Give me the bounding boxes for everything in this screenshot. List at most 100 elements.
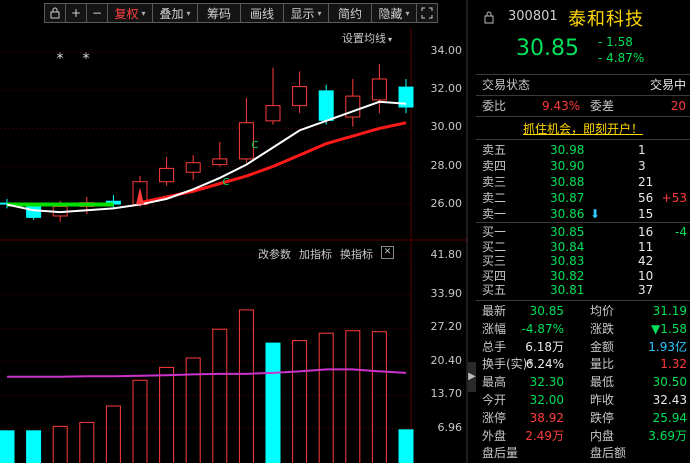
lock-icon bbox=[50, 7, 60, 19]
volume-bar bbox=[371, 331, 387, 463]
set-ma-label: 设置均线 bbox=[342, 32, 386, 45]
chevron-down-icon: ▾ bbox=[186, 8, 191, 18]
volume-tick-label: 6.96 bbox=[437, 420, 463, 434]
stat-row: 最新 30.85 均价 31.19 bbox=[476, 302, 690, 320]
stat-label: 外盘 bbox=[482, 428, 507, 443]
stat-value: 30.85 bbox=[529, 304, 564, 318]
volume-bar bbox=[132, 379, 148, 463]
add-indicator-button[interactable]: 加指标 bbox=[299, 246, 332, 262]
display-dropdown[interactable]: 显示 ▾ bbox=[283, 3, 329, 23]
bid-row: 买五 30.81 37 bbox=[476, 281, 690, 299]
price-tick-label: 34.00 bbox=[430, 44, 463, 58]
price-change: - 1.58 bbox=[598, 35, 633, 49]
stat-row: 涨幅 -4.87% 涨跌 ▼1.58 bbox=[476, 320, 690, 338]
order-diff-value: 20 bbox=[670, 99, 686, 113]
zoom-out-button[interactable]: − bbox=[86, 3, 108, 23]
open-account-link[interactable]: 抓住机会，即刻开户！ bbox=[476, 120, 690, 138]
volume-tick-label: 20.40 bbox=[430, 353, 463, 367]
stat-label: 金额 bbox=[590, 339, 615, 354]
stat-value: 2.49万 bbox=[525, 428, 564, 443]
stat-value: 32.30 bbox=[529, 375, 564, 390]
fullscreen-button[interactable] bbox=[416, 3, 438, 23]
change-params-button[interactable]: 改参数 bbox=[258, 246, 291, 262]
chart-pane[interactable]: * * C C + − 复权 ▾ 叠加 ▾ 筹码 画线 显示 ▾ 简约 隐藏 ▾ 设置均线 ▾ … bbox=[0, 0, 468, 463]
divider bbox=[476, 300, 690, 301]
chips-button[interactable]: 筹码 bbox=[197, 3, 241, 23]
lock-button[interactable] bbox=[44, 3, 66, 23]
ma-red-line bbox=[139, 121, 407, 205]
stock-name: 泰和科技 bbox=[568, 9, 644, 30]
stat-label: 最低 bbox=[590, 375, 615, 390]
candle-body bbox=[212, 158, 228, 166]
volume-bar bbox=[292, 340, 308, 463]
stat-label: 盘后额 bbox=[590, 446, 627, 461]
stat-label: 涨幅 bbox=[482, 321, 507, 336]
ask-price: 30.86 bbox=[550, 207, 585, 221]
stat-label: 涨跌 bbox=[590, 321, 615, 336]
stat-label: 内盘 bbox=[590, 428, 615, 443]
hide-dropdown[interactable]: 隐藏 ▾ bbox=[371, 3, 417, 23]
hide-label: 隐藏 bbox=[378, 6, 403, 21]
candle-body bbox=[371, 78, 387, 101]
ask-level-label: 卖一 bbox=[482, 207, 507, 221]
star-mark: * bbox=[83, 51, 90, 67]
ask-row: 卖一 30.86 15 ⬇ bbox=[476, 205, 690, 223]
price-tick-label: 32.00 bbox=[430, 82, 463, 96]
close-icon[interactable]: ✕ bbox=[381, 246, 394, 259]
stat-row: 今开 32.00 昨收 32.43 bbox=[476, 391, 690, 409]
trade-status-value: 交易中 bbox=[649, 78, 686, 92]
volume-tick-label: 13.70 bbox=[430, 387, 463, 401]
draw-line-button[interactable]: 画线 bbox=[240, 3, 284, 23]
order-ratio-row: 委比 9.43% 委差 20 bbox=[476, 97, 690, 115]
c-signal-mark: C bbox=[223, 177, 230, 188]
stat-row: 外盘 2.49万 内盘 3.69万 bbox=[476, 427, 690, 445]
fullscreen-icon bbox=[421, 7, 433, 19]
stat-value: -4.87% bbox=[521, 321, 564, 336]
volume-tick-label: 41.80 bbox=[430, 247, 463, 261]
overlay-label: 叠加 bbox=[159, 6, 184, 21]
chevron-down-icon: ▾ bbox=[317, 8, 322, 18]
overlay-dropdown[interactable]: 叠加 ▾ bbox=[152, 3, 198, 23]
volume-bar bbox=[159, 366, 175, 463]
volume-bar bbox=[0, 430, 15, 463]
c-signal-mark: C bbox=[252, 140, 259, 151]
down-arrow-icon: ⬇ bbox=[590, 207, 601, 221]
stat-value: 6.24% bbox=[525, 357, 564, 372]
stat-label: 跌停 bbox=[590, 410, 615, 425]
volume-bar bbox=[105, 405, 121, 463]
price-tick-label: 28.00 bbox=[430, 158, 463, 172]
chart-canvas[interactable]: * * C C bbox=[0, 0, 468, 463]
stat-row: 盘后量 盘后额 bbox=[476, 444, 690, 462]
candle-body bbox=[292, 86, 308, 107]
chevron-down-icon: ▾ bbox=[141, 8, 146, 18]
stat-row: 最高 32.30 最低 30.50 bbox=[476, 373, 690, 391]
stat-label: 量比 bbox=[590, 357, 615, 372]
volume-bar bbox=[238, 309, 254, 463]
stat-label: 总手 bbox=[482, 339, 507, 354]
price-change-pct: - 4.87% bbox=[598, 51, 645, 65]
order-ratio-value: 9.43% bbox=[542, 99, 581, 113]
lock-icon[interactable] bbox=[482, 10, 496, 24]
stat-value: 1.93亿 bbox=[648, 339, 687, 354]
stat-value: 3.69万 bbox=[648, 428, 687, 443]
stat-row: 涨停 38.92 跌停 25.94 bbox=[476, 409, 690, 427]
candle-body bbox=[398, 86, 414, 108]
restore-rights-dropdown[interactable]: 复权 ▾ bbox=[107, 3, 153, 23]
chevron-down-icon: ▾ bbox=[388, 35, 393, 44]
set-ma-dropdown[interactable]: 设置均线 ▾ bbox=[342, 30, 392, 46]
trade-status-label: 交易状态 bbox=[482, 78, 531, 92]
divider bbox=[476, 139, 690, 140]
simple-button[interactable]: 简约 bbox=[328, 3, 372, 23]
stat-value: 30.50 bbox=[652, 375, 687, 390]
stat-label: 今开 bbox=[482, 393, 507, 407]
switch-indicator-button[interactable]: 换指标 bbox=[340, 246, 373, 262]
order-ratio-label: 委比 bbox=[482, 99, 507, 113]
restore-rights-label: 复权 bbox=[114, 6, 139, 21]
stat-label: 昨收 bbox=[590, 393, 615, 407]
candle-body bbox=[318, 90, 334, 121]
stat-row: 换手(实)* 6.24% 量比 1.32 bbox=[476, 355, 690, 373]
price-tick-label: 26.00 bbox=[430, 196, 463, 210]
collapse-panel-handle[interactable]: ▶ bbox=[468, 362, 476, 392]
zoom-in-button[interactable]: + bbox=[65, 3, 87, 23]
volume-bar bbox=[345, 330, 361, 463]
